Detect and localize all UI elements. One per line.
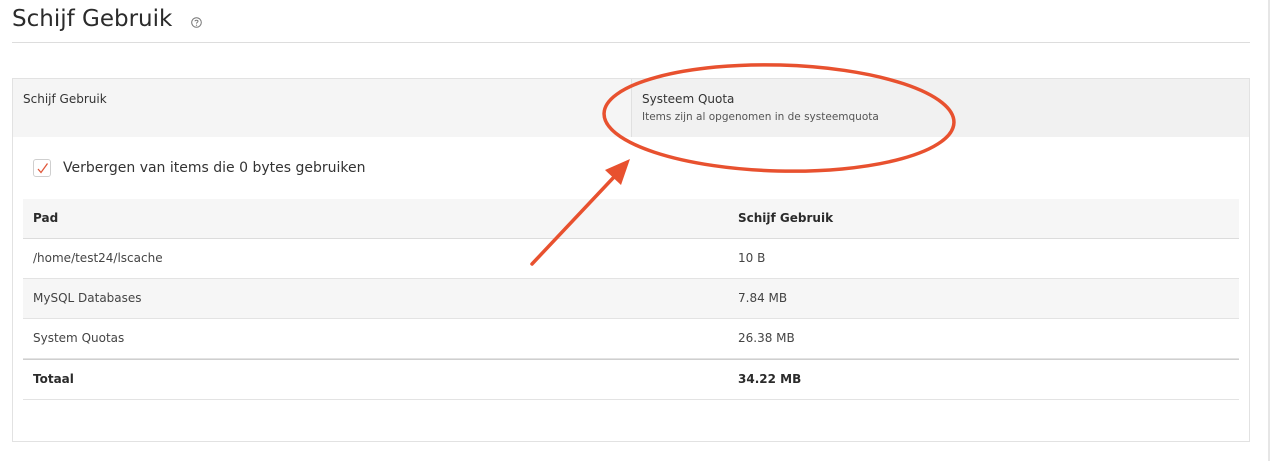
disk-usage-panel: Schijf Gebruik Systeem Quota Items zijn … (12, 78, 1250, 442)
checkmark-icon (37, 163, 49, 174)
tab-title: Schijf Gebruik (23, 92, 107, 106)
row-usage: 26.38 MB (738, 331, 795, 345)
row-path: MySQL Databases (33, 291, 142, 305)
page-title: Schijf Gebruik (12, 6, 173, 32)
page-scrollbar-edge (1268, 0, 1270, 461)
table-row: MySQL Databases 7.84 MB (23, 279, 1239, 319)
page-header: Schijf Gebruik (12, 0, 1250, 43)
tab-title: Systeem Quota (642, 92, 735, 106)
total-label: Totaal (33, 372, 74, 386)
disk-usage-table: Pad Schijf Gebruik /home/test24/lscache … (23, 199, 1239, 400)
row-path: System Quotas (33, 331, 125, 345)
table-row: System Quotas 26.38 MB (23, 319, 1239, 359)
table-total-row: Totaal 34.22 MB (23, 359, 1239, 400)
table-header-row: Pad Schijf Gebruik (23, 199, 1239, 239)
panel-tabs: Schijf Gebruik Systeem Quota Items zijn … (13, 79, 1249, 137)
tab-disk-usage[interactable]: Schijf Gebruik (13, 79, 631, 137)
row-usage: 7.84 MB (738, 291, 788, 305)
hide-zero-checkbox[interactable] (33, 159, 51, 177)
total-usage: 34.22 MB (738, 372, 802, 386)
help-circle-icon[interactable] (191, 13, 202, 28)
column-header-path[interactable]: Pad (33, 199, 58, 238)
checkbox-label: Verbergen van items die 0 bytes gebruike… (63, 160, 366, 176)
column-header-usage[interactable]: Schijf Gebruik (738, 199, 833, 238)
row-path: /home/test24/lscache (33, 251, 163, 265)
tab-subtitle: Items zijn al opgenomen in de systeemquo… (642, 111, 879, 123)
row-usage: 10 B (738, 251, 766, 265)
table-row: /home/test24/lscache 10 B (23, 239, 1239, 279)
tab-system-quota[interactable]: Systeem Quota Items zijn al opgenomen in… (631, 79, 1249, 137)
